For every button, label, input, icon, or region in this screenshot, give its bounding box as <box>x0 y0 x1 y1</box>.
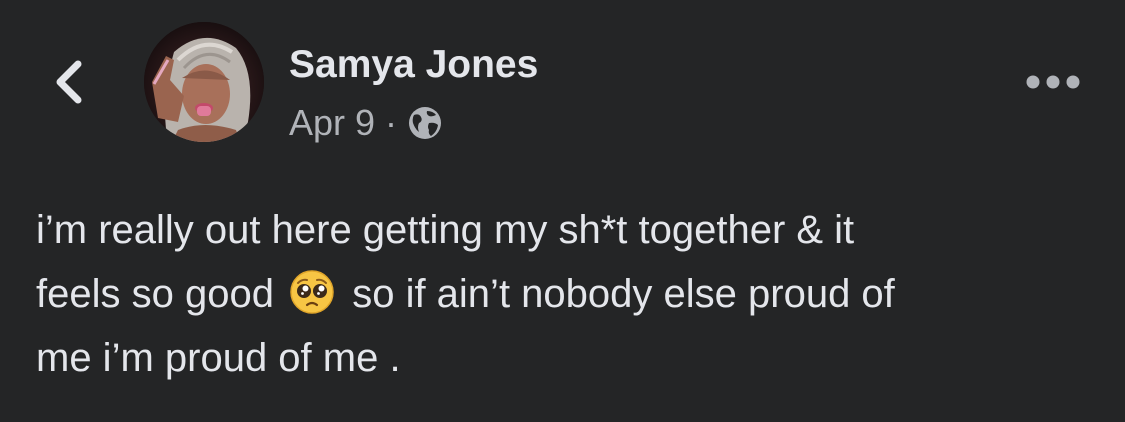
post-line-1: i’m really out here getting my sh*t toge… <box>36 208 855 252</box>
post-line-3: me i’m proud of me . <box>36 336 401 380</box>
meta-separator: · <box>385 102 398 143</box>
more-horizontal-icon <box>1026 75 1080 89</box>
globe-icon <box>409 107 442 139</box>
post-meta: Apr 9 · <box>289 100 443 146</box>
post-line-2-end: so if ain’t nobody else proud of <box>352 272 895 316</box>
post-line-2-start: feels so good <box>36 272 274 316</box>
pleading-face-emoji <box>290 270 334 314</box>
author-name[interactable]: Samya Jones <box>289 40 538 90</box>
more-options-button[interactable] <box>1022 64 1084 100</box>
back-button[interactable] <box>44 54 94 110</box>
post-text: i’m really out here getting my sh*t toge… <box>36 198 1096 390</box>
profile-photo <box>144 22 264 142</box>
chevron-left-icon <box>56 60 82 104</box>
avatar[interactable] <box>144 22 264 142</box>
post-date[interactable]: Apr 9 <box>289 102 375 144</box>
